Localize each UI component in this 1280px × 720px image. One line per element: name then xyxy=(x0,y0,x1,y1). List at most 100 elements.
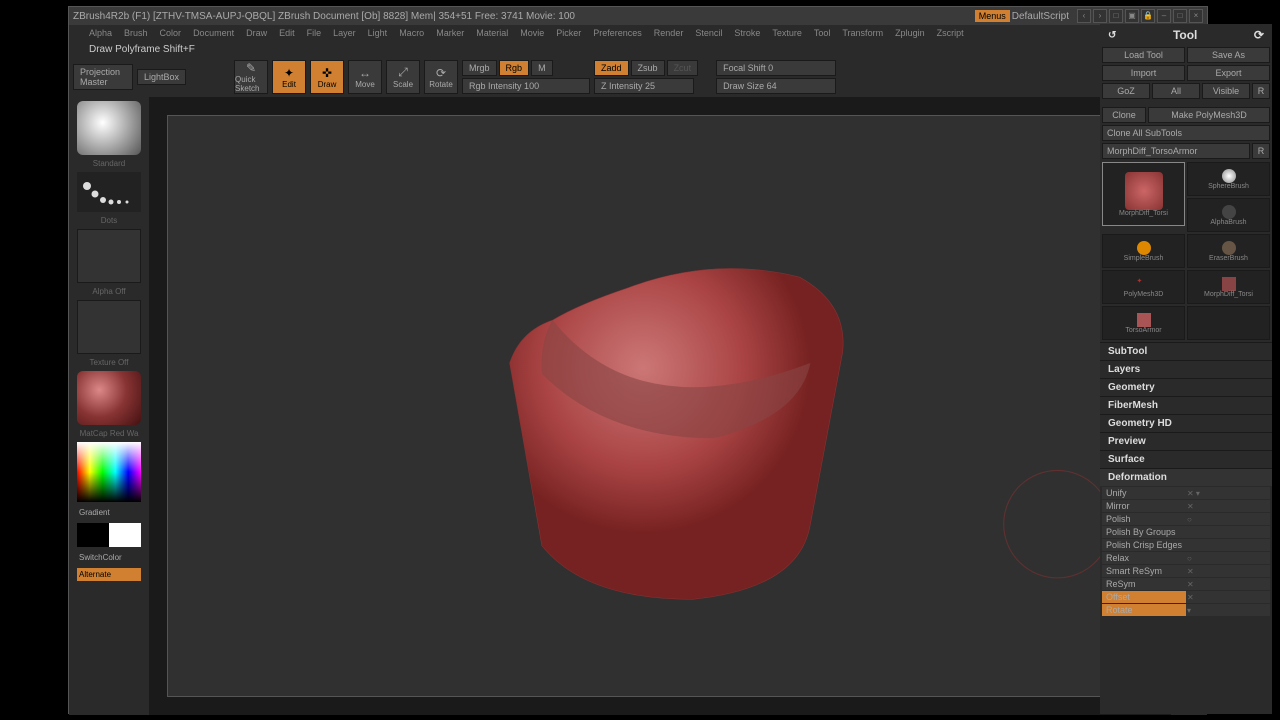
rotate-slider[interactable]: Rotate▾ xyxy=(1102,604,1270,616)
color-squares[interactable] xyxy=(77,523,141,547)
r-button[interactable]: R xyxy=(1252,83,1270,99)
menu-zscript[interactable]: Zscript xyxy=(937,28,964,38)
r-button2[interactable]: R xyxy=(1252,143,1270,159)
edit-button[interactable]: ✦Edit xyxy=(272,60,306,94)
menu-picker[interactable]: Picker xyxy=(556,28,581,38)
switch-color-button[interactable]: SwitchColor xyxy=(77,551,141,564)
menus-badge[interactable]: Menus xyxy=(975,10,1010,22)
scale-button[interactable]: ⤢Scale xyxy=(386,60,420,94)
polish-crisp-slider[interactable]: Polish Crisp Edges xyxy=(1102,539,1270,551)
section-surface[interactable]: Surface xyxy=(1100,450,1272,468)
resym-button[interactable]: ReSym✕ xyxy=(1102,578,1270,590)
menu-stroke[interactable]: Stroke xyxy=(734,28,760,38)
alternate-button[interactable]: Alternate xyxy=(77,568,141,581)
zsub-button[interactable]: Zsub xyxy=(631,60,665,76)
menu-render[interactable]: Render xyxy=(654,28,684,38)
menu-brush[interactable]: Brush xyxy=(124,28,148,38)
menu-marker[interactable]: Marker xyxy=(436,28,464,38)
relax-slider[interactable]: Relax○ xyxy=(1102,552,1270,564)
menu-material[interactable]: Material xyxy=(476,28,508,38)
menu-file[interactable]: File xyxy=(307,28,322,38)
close-icon[interactable]: × xyxy=(1189,9,1203,23)
all-button[interactable]: All xyxy=(1152,83,1200,99)
lock-icon[interactable]: 🔒 xyxy=(1141,9,1155,23)
tool-eraserbrush[interactable]: EraserBrush xyxy=(1187,234,1270,268)
win-icon2[interactable]: ▣ xyxy=(1125,9,1139,23)
tool-alphabrush[interactable]: AlphaBrush xyxy=(1187,198,1270,232)
material-swatch[interactable] xyxy=(77,371,141,425)
tool-morphdiff2[interactable]: MorphDiff_Torsi xyxy=(1187,270,1270,304)
polish-slider[interactable]: Polish○ xyxy=(1102,513,1270,525)
smart-resym-button[interactable]: Smart ReSym✕ xyxy=(1102,565,1270,577)
gradient-button[interactable]: Gradient xyxy=(77,506,141,519)
polish-groups-slider[interactable]: Polish By Groups xyxy=(1102,526,1270,538)
offset-slider[interactable]: Offset✕ xyxy=(1102,591,1270,603)
make-polymesh-button[interactable]: Make PolyMesh3D xyxy=(1148,107,1270,123)
win-icon[interactable]: □ xyxy=(1109,9,1123,23)
menu-zplugin[interactable]: Zplugin xyxy=(895,28,925,38)
texture-swatch[interactable] xyxy=(77,300,141,354)
tool-spherebrush[interactable]: SphereBrush xyxy=(1187,162,1270,196)
viewport[interactable] xyxy=(167,115,1153,697)
goz-button[interactable]: GoZ xyxy=(1102,83,1150,99)
section-layers[interactable]: Layers xyxy=(1100,360,1272,378)
load-tool-button[interactable]: Load Tool xyxy=(1102,47,1185,63)
visible-button[interactable]: Visible xyxy=(1202,83,1250,99)
default-script[interactable]: DefaultScript xyxy=(1012,11,1069,22)
menu-macro[interactable]: Macro xyxy=(399,28,424,38)
z-intensity-slider[interactable]: Z Intensity 25 xyxy=(594,78,694,94)
draw-size-slider[interactable]: Draw Size 64 xyxy=(716,78,836,94)
menu-alpha[interactable]: Alpha xyxy=(89,28,112,38)
minimize-icon[interactable]: ‹ xyxy=(1077,9,1091,23)
rgb-intensity-slider[interactable]: Rgb Intensity 100 xyxy=(462,78,590,94)
tool-torsoarmor[interactable]: TorsoArmor xyxy=(1102,306,1185,340)
menu-draw[interactable]: Draw xyxy=(246,28,267,38)
active-tool-name[interactable]: MorphDiff_TorsoArmor xyxy=(1102,143,1250,159)
menu-transform[interactable]: Transform xyxy=(842,28,883,38)
tool-simplebrush[interactable]: SimpleBrush xyxy=(1102,234,1185,268)
export-button[interactable]: Export xyxy=(1187,65,1270,81)
tool-polymesh3d[interactable]: ✦PolyMesh3D xyxy=(1102,270,1185,304)
menu-stencil[interactable]: Stencil xyxy=(695,28,722,38)
menu-preferences[interactable]: Preferences xyxy=(593,28,642,38)
tool-morphdiff[interactable]: MorphDiff_Torsi xyxy=(1102,162,1185,226)
zadd-button[interactable]: Zadd xyxy=(594,60,629,76)
quick-sketch-button[interactable]: ✎Quick Sketch xyxy=(234,60,268,94)
menu-document[interactable]: Document xyxy=(193,28,234,38)
save-as-button[interactable]: Save As xyxy=(1187,47,1270,63)
section-deformation[interactable]: Deformation xyxy=(1100,468,1272,486)
projection-master-button[interactable]: Projection Master xyxy=(73,64,133,90)
section-preview[interactable]: Preview xyxy=(1100,432,1272,450)
section-geometry-hd[interactable]: Geometry HD xyxy=(1100,414,1272,432)
refresh-icon[interactable]: ⟳ xyxy=(1254,28,1264,42)
menu-tool[interactable]: Tool xyxy=(814,28,831,38)
section-fibermesh[interactable]: FiberMesh xyxy=(1100,396,1272,414)
mirror-button[interactable]: Mirror✕ xyxy=(1102,500,1270,512)
section-geometry[interactable]: Geometry xyxy=(1100,378,1272,396)
stroke-swatch[interactable] xyxy=(77,172,141,212)
mrgb-button[interactable]: Mrgb xyxy=(462,60,497,76)
min-icon[interactable]: – xyxy=(1157,9,1171,23)
lightbox-button[interactable]: LightBox xyxy=(137,69,186,85)
menu-texture[interactable]: Texture xyxy=(772,28,802,38)
m-button[interactable]: M xyxy=(531,60,553,76)
menu-layer[interactable]: Layer xyxy=(333,28,356,38)
menu-light[interactable]: Light xyxy=(368,28,388,38)
max-icon[interactable]: □ xyxy=(1173,9,1187,23)
zcut-button[interactable]: Zcut xyxy=(667,60,699,76)
menu-movie[interactable]: Movie xyxy=(520,28,544,38)
move-button[interactable]: ↔Move xyxy=(348,60,382,94)
unify-button[interactable]: Unify✕ ▾ xyxy=(1102,487,1270,499)
draw-button[interactable]: ✜Draw xyxy=(310,60,344,94)
rgb-button[interactable]: Rgb xyxy=(499,60,530,76)
focal-shift-slider[interactable]: Focal Shift 0 xyxy=(716,60,836,76)
import-button[interactable]: Import xyxy=(1102,65,1185,81)
clone-button[interactable]: Clone xyxy=(1102,107,1146,123)
clone-all-button[interactable]: Clone All SubTools xyxy=(1102,125,1270,141)
rotate-button[interactable]: ⟳Rotate xyxy=(424,60,458,94)
brush-swatch[interactable] xyxy=(77,101,141,155)
menu-color[interactable]: Color xyxy=(160,28,182,38)
restore-icon[interactable]: › xyxy=(1093,9,1107,23)
section-subtool[interactable]: SubTool xyxy=(1100,342,1272,360)
alpha-swatch[interactable] xyxy=(77,229,141,283)
